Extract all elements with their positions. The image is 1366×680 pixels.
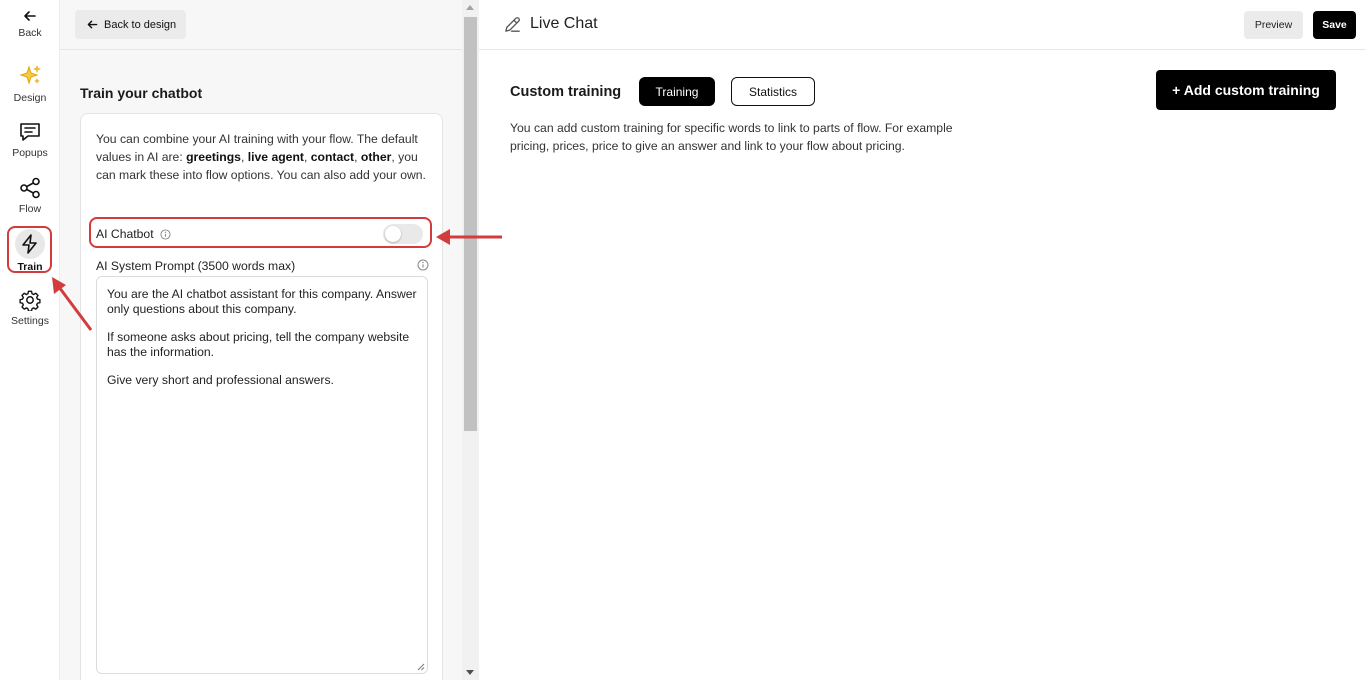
toggle-knob <box>385 226 401 242</box>
lightning-icon <box>22 234 37 254</box>
rail-item-popups-label: Popups <box>12 147 48 159</box>
main-area: Live Chat Preview Save Custom training T… <box>479 0 1366 680</box>
prompt-line: Give very short and professional answers… <box>107 373 334 387</box>
train-icon-bg <box>15 229 45 259</box>
prompt-line: If someone asks about pricing, tell the … <box>107 330 410 359</box>
top-bar: Live Chat Preview Save <box>479 0 1366 50</box>
ai-chatbot-toggle[interactable] <box>383 224 423 244</box>
add-custom-training-button[interactable]: + Add custom training <box>1156 70 1336 110</box>
back-nav-button[interactable]: Back <box>0 9 60 39</box>
scroll-down-arrow-icon[interactable] <box>466 670 474 675</box>
training-description: You can combine your AI training with yo… <box>96 130 431 184</box>
back-to-design-button[interactable]: Back to design <box>75 10 187 39</box>
rail-item-train-label: Train <box>17 261 43 273</box>
arrow-left-icon <box>24 11 36 21</box>
save-button[interactable]: Save <box>1313 11 1356 39</box>
rail-item-settings-label: Settings <box>11 315 49 327</box>
desc-live-agent: live agent <box>247 150 304 164</box>
app-root: Back Design Popups Flow Train Settings B… <box>0 0 1366 680</box>
panel-scrollbar[interactable] <box>462 0 479 680</box>
info-icon[interactable] <box>160 228 171 240</box>
chat-title[interactable]: Live Chat <box>530 15 598 33</box>
training-card: You can combine your AI training with yo… <box>80 113 443 680</box>
tab-statistics[interactable]: Statistics <box>731 77 815 106</box>
scroll-up-arrow-icon[interactable] <box>466 5 474 10</box>
rail-item-flow-label: Flow <box>18 203 42 215</box>
custom-training-description: You can add custom training for specific… <box>510 121 953 153</box>
rail-item-train[interactable]: Train <box>0 229 60 273</box>
share-icon <box>20 177 40 199</box>
desc-contact: contact <box>310 150 355 164</box>
message-icon <box>20 123 40 141</box>
back-to-design-label: Back to design <box>104 18 177 31</box>
ai-chatbot-row: AI Chatbot <box>96 222 427 246</box>
desc-sep: , <box>240 150 248 164</box>
desc-other: other <box>360 150 392 164</box>
info-icon[interactable] <box>417 259 429 271</box>
desc-greetings: greetings <box>186 150 241 164</box>
sparkles-icon <box>19 65 41 85</box>
system-prompt-label: AI System Prompt (3500 words max) <box>96 259 296 273</box>
left-rail: Back Design Popups Flow Train Settings <box>0 0 60 680</box>
rail-item-flow[interactable]: Flow <box>0 177 60 215</box>
resize-grip-icon[interactable] <box>416 662 425 671</box>
train-settings-panel: Back to design Train your chatbot You ca… <box>60 0 462 680</box>
tab-training[interactable]: Training <box>639 77 715 106</box>
preview-button[interactable]: Preview <box>1244 11 1303 39</box>
arrow-left-icon <box>87 20 98 29</box>
gear-icon <box>19 290 41 311</box>
ai-chatbot-label: AI Chatbot <box>96 227 154 241</box>
prompt-line: You are the AI chatbot assistant for thi… <box>107 287 417 316</box>
rail-item-design-label: Design <box>13 92 47 104</box>
desc-sep: , <box>354 150 361 164</box>
back-nav-label: Back <box>18 27 42 39</box>
rail-item-design[interactable]: Design <box>0 64 60 104</box>
system-prompt-textarea[interactable]: You are the AI chatbot assistant for thi… <box>96 276 428 674</box>
pencil-edit-icon[interactable] <box>503 15 522 34</box>
rail-item-settings[interactable]: Settings <box>0 289 60 327</box>
desc-sep: , <box>303 150 311 164</box>
custom-training-title: Custom training <box>510 84 622 100</box>
panel-heading: Train your chatbot <box>80 85 203 101</box>
rail-item-popups[interactable]: Popups <box>0 121 60 159</box>
system-prompt-label-row: AI System Prompt (3500 words max) <box>96 259 429 273</box>
panel-header: Back to design <box>60 0 462 50</box>
scroll-thumb[interactable] <box>464 17 477 431</box>
